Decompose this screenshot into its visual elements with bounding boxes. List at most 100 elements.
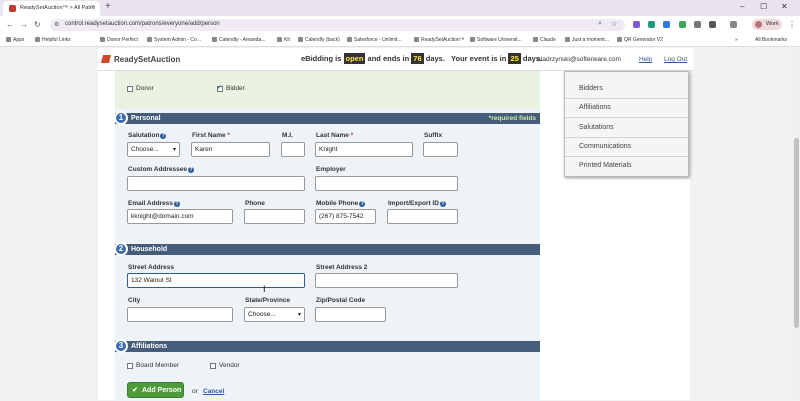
help-icon[interactable]: ? — [188, 167, 194, 173]
side-menu-item-bidders[interactable]: Bidders — [565, 80, 688, 99]
minimize-icon[interactable]: – — [740, 2, 744, 11]
extension-icon[interactable] — [633, 21, 640, 28]
salutation-select[interactable]: Choose... — [127, 142, 180, 157]
app-logo[interactable]: ReadySetAuction — [100, 55, 180, 64]
add-person-button[interactable]: ✔ Add Person — [127, 382, 184, 398]
custom-addressee-input[interactable] — [127, 176, 305, 191]
donor-label: Donor — [136, 85, 154, 92]
menu-icon[interactable]: ⋮ — [788, 20, 796, 29]
close-tab-icon[interactable]: × — [91, 4, 95, 11]
section-title: Household — [131, 246, 168, 253]
zip-input[interactable] — [315, 307, 386, 322]
bookmark-item[interactable]: Calendly (back) — [298, 37, 340, 43]
bookmark-item[interactable]: ReadySetAuction™ — [414, 37, 465, 43]
profile-button[interactable]: Work — [752, 19, 782, 30]
bookmark-item[interactable]: Salesforce - Unlimit... — [347, 37, 402, 43]
street-address-label: Street Address — [128, 264, 174, 271]
street-address-input[interactable]: 132 Walnut St — [127, 273, 305, 288]
maximize-icon[interactable]: ☐ — [760, 2, 767, 11]
profile-label: Work — [766, 21, 779, 27]
city-label: City — [128, 297, 141, 304]
extension-icon[interactable] — [663, 21, 670, 28]
suffix-input[interactable] — [423, 142, 458, 157]
forward-icon[interactable]: → — [20, 20, 28, 29]
employer-input[interactable] — [315, 176, 458, 191]
or-label: or — [192, 388, 198, 395]
middle-initial-input[interactable] — [281, 142, 305, 157]
affiliations-section-header: Affiliations — [115, 341, 540, 352]
extension-icon[interactable] — [648, 21, 655, 28]
all-bookmarks[interactable]: All Bookmarks — [755, 37, 787, 43]
help-icon[interactable]: ? — [160, 133, 167, 139]
logout-link[interactable]: Log Out — [664, 56, 687, 63]
state-label: State/Province — [245, 297, 291, 304]
favicon-icon — [9, 5, 16, 12]
side-menu-item-salutations[interactable]: Salutations — [565, 119, 688, 138]
extension-icon[interactable] — [694, 21, 701, 28]
bookmark-item[interactable]: Calendly - Amanda... — [212, 37, 265, 43]
suffix-label: Suffix — [424, 132, 443, 139]
bookmark-item[interactable]: Software Universit... — [470, 37, 522, 43]
app-header: ReadySetAuction eBidding is open and end… — [98, 48, 693, 71]
side-menu-item-printed-materials[interactable]: Printed Materials — [565, 157, 688, 176]
search-icon[interactable]: ⌕ — [598, 20, 602, 28]
more-bookmarks-icon[interactable]: » — [735, 37, 738, 43]
bookmark-item[interactable]: Donor Perfect — [100, 37, 138, 43]
bookmark-item[interactable]: Just a moment... — [565, 37, 609, 43]
board-member-checkbox[interactable] — [127, 363, 133, 369]
donor-checkbox[interactable] — [127, 86, 133, 92]
bidder-label: Bidder — [226, 85, 245, 92]
address-bar[interactable]: ⚙ control.readysetauction.com/patrons/ev… — [50, 19, 625, 31]
first-name-input[interactable]: Karen — [191, 142, 270, 157]
bookmark-item[interactable]: Helpful Links — [35, 37, 71, 43]
page-scrollbar[interactable] — [793, 48, 800, 400]
user-email: atadrzynski@softerware.com — [537, 56, 621, 63]
bookmark-item[interactable]: Kit — [277, 37, 290, 43]
bidder-checkbox[interactable] — [217, 84, 223, 92]
vendor-checkbox[interactable] — [210, 363, 216, 369]
url-text: control.readysetauction.com/patrons/ever… — [65, 21, 220, 27]
phone-input[interactable] — [244, 209, 305, 224]
event-days-badge: 25 — [508, 53, 521, 64]
last-name-label: Last Name * — [316, 132, 354, 139]
new-tab-icon[interactable]: + — [105, 1, 111, 12]
sidebar-icon[interactable] — [730, 21, 737, 28]
required-note: *required fields — [488, 115, 536, 122]
extension-icon[interactable] — [679, 21, 686, 28]
street-address-2-input[interactable] — [315, 273, 458, 288]
logo-mark-icon — [100, 55, 112, 63]
city-input[interactable] — [127, 307, 233, 322]
first-name-label: First Name * — [192, 132, 230, 139]
browser-tab[interactable]: ReadySetAuction™ > All Patro × — [3, 1, 100, 16]
last-name-input[interactable]: Knight — [315, 142, 413, 157]
cancel-link[interactable]: Cancel — [203, 388, 224, 395]
help-link[interactable]: Help — [639, 56, 652, 63]
salutation-label: Salutation? — [128, 132, 167, 139]
state-select[interactable]: Choose... — [244, 307, 305, 322]
scrollbar-thumb[interactable] — [794, 138, 799, 328]
bookmark-item[interactable]: QR Generator V2 — [617, 37, 663, 43]
close-window-icon[interactable]: ✕ — [781, 2, 788, 11]
help-icon[interactable]: ? — [439, 201, 446, 207]
bookmarks-bar: Apps Helpful Links Donor Perfect System … — [0, 34, 800, 47]
mobile-phone-input[interactable]: (267) 875-7542 — [315, 209, 376, 224]
side-menu-item-affiliations[interactable]: Affiliations — [565, 99, 688, 118]
import-export-input[interactable] — [387, 209, 458, 224]
help-icon[interactable]: ? — [173, 201, 180, 207]
bookmark-item[interactable]: Apps — [6, 37, 24, 43]
bookmark-item[interactable]: System Admin - Co... — [147, 37, 201, 43]
employer-label: Employer — [316, 166, 346, 173]
reload-icon[interactable]: ↻ — [34, 20, 41, 29]
back-icon[interactable]: ← — [6, 20, 14, 29]
section-number: 3 — [114, 339, 128, 353]
bookmark-item[interactable]: Claude — [533, 37, 556, 43]
side-menu-item-communications[interactable]: Communications — [565, 138, 688, 157]
email-label: Email Address? — [128, 200, 180, 207]
email-input[interactable]: kknight@domain.com — [127, 209, 233, 224]
extensions-puzzle-icon[interactable] — [709, 21, 716, 28]
site-info-icon[interactable]: ⚙ — [54, 21, 59, 28]
text-cursor-icon: I — [263, 284, 266, 294]
help-icon[interactable]: ? — [359, 201, 366, 207]
star-icon[interactable]: ☆ — [611, 20, 617, 28]
donor-bidder-row — [115, 71, 540, 109]
